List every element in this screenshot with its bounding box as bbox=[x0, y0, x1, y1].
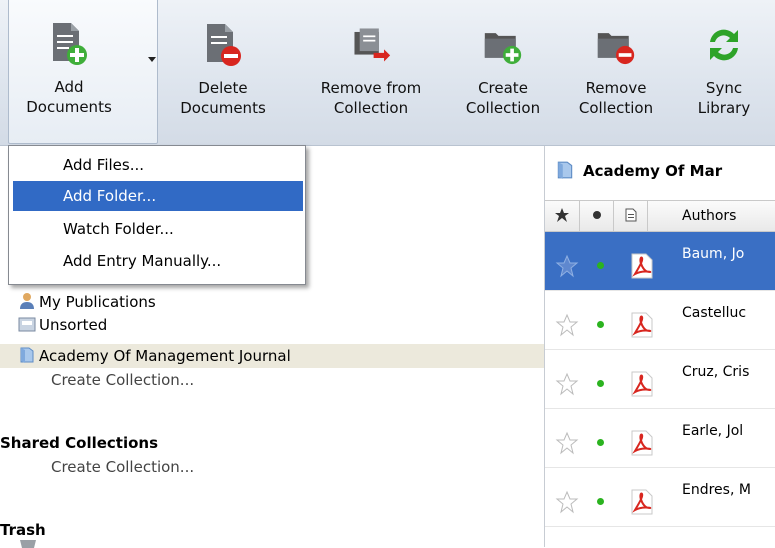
file-type-column-header[interactable] bbox=[614, 201, 648, 231]
collection-folder-icon bbox=[20, 347, 34, 363]
create-collection-link[interactable]: Create Collection... bbox=[51, 370, 194, 390]
star-icon bbox=[555, 208, 569, 222]
dot-icon bbox=[592, 211, 601, 219]
table-row[interactable]: Earle, Jol bbox=[545, 409, 775, 468]
pdf-icon[interactable] bbox=[629, 488, 655, 516]
star-outline-icon[interactable] bbox=[555, 431, 579, 455]
create-collection-button[interactable]: Create Collection bbox=[453, 0, 553, 140]
add-documents-button[interactable]: Add Documents bbox=[8, 0, 158, 144]
documents-pane: Academy Of Mar Authors Baum, Jo Castellu… bbox=[545, 146, 775, 547]
trash-heading: Trash bbox=[0, 521, 46, 539]
sync-library-button[interactable]: Sync Library bbox=[684, 0, 764, 140]
remove-from-collection-button[interactable]: Remove from Collection bbox=[296, 0, 446, 140]
pdf-icon[interactable] bbox=[629, 252, 655, 280]
add-documents-label: Add Documents bbox=[26, 78, 112, 116]
author-cell: Earle, Jol bbox=[682, 423, 744, 439]
create-collection-label: Create Collection bbox=[465, 79, 541, 117]
unsorted-label: Unsorted bbox=[39, 316, 108, 334]
author-cell: Cruz, Cris bbox=[682, 364, 750, 380]
table-row[interactable]: Endres, M bbox=[545, 468, 775, 527]
sync-icon bbox=[710, 29, 738, 61]
document-icon bbox=[625, 208, 636, 222]
favorite-column-header[interactable] bbox=[545, 201, 580, 231]
remove-from-collection-label: Remove from Collection bbox=[320, 79, 422, 117]
author-cell: Endres, M bbox=[682, 482, 751, 498]
table-row[interactable]: Cruz, Cris bbox=[545, 350, 775, 409]
menu-item-add-files[interactable]: Add Files... bbox=[13, 150, 303, 180]
delete-documents-button[interactable]: Delete Documents bbox=[170, 0, 276, 140]
create-collection-icon bbox=[484, 33, 522, 65]
pdf-icon[interactable] bbox=[629, 311, 655, 339]
star-outline-icon[interactable] bbox=[555, 372, 579, 396]
authors-column-header[interactable]: Authors bbox=[648, 201, 775, 231]
remove-collection-button[interactable]: Remove Collection bbox=[566, 0, 666, 140]
remove-from-collection-icon bbox=[354, 28, 391, 62]
read-status-column-header[interactable] bbox=[580, 201, 614, 231]
collection-title-text: Academy Of Mar bbox=[583, 162, 723, 180]
shared-collections-heading: Shared Collections bbox=[0, 434, 159, 452]
pdf-icon[interactable] bbox=[629, 429, 655, 457]
remove-collection-label: Remove Collection bbox=[578, 79, 654, 117]
tree-item-unsorted[interactable]: Unsorted bbox=[18, 315, 107, 335]
menu-item-add-folder[interactable]: Add Folder... bbox=[13, 181, 303, 211]
read-status-dot bbox=[597, 498, 604, 505]
table-row[interactable]: Castelluc bbox=[545, 291, 775, 350]
collection-folder-icon bbox=[557, 161, 573, 179]
tree-item-academy[interactable]: Academy Of Management Journal bbox=[18, 346, 291, 366]
read-status-dot bbox=[597, 321, 604, 328]
sync-library-label: Sync Library bbox=[697, 79, 751, 117]
toolbar: Add Documents Delete Documents Remove from… bbox=[0, 0, 775, 146]
add-document-icon bbox=[53, 23, 87, 65]
delete-document-icon bbox=[207, 24, 241, 66]
author-cell: Castelluc bbox=[682, 305, 747, 321]
table-row[interactable]: Baum, Jo bbox=[545, 232, 775, 291]
my-publications-label: My Publications bbox=[39, 293, 156, 311]
author-cell: Baum, Jo bbox=[682, 246, 745, 262]
menu-item-watch-folder[interactable]: Watch Folder... bbox=[13, 214, 303, 244]
menu-item-add-entry-manually[interactable]: Add Entry Manually... bbox=[13, 246, 303, 276]
academy-label: Academy Of Management Journal bbox=[39, 347, 291, 365]
star-outline-icon[interactable] bbox=[555, 313, 579, 337]
table-header: Authors bbox=[545, 200, 775, 232]
collection-title: Academy Of Mar bbox=[555, 160, 722, 180]
read-status-dot bbox=[597, 380, 604, 387]
dropdown-arrow-icon[interactable] bbox=[148, 57, 156, 62]
remove-collection-icon bbox=[597, 33, 635, 65]
star-outline-icon[interactable] bbox=[555, 254, 579, 278]
shared-create-collection-link[interactable]: Create Collection... bbox=[51, 457, 194, 477]
add-documents-menu: Add Files... Add Folder... Watch Folder.… bbox=[8, 145, 306, 285]
pdf-icon[interactable] bbox=[629, 370, 655, 398]
read-status-dot bbox=[597, 439, 604, 446]
tray-icon bbox=[18, 317, 36, 332]
read-status-dot bbox=[597, 262, 604, 269]
delete-documents-label: Delete Documents bbox=[180, 79, 266, 117]
person-icon bbox=[20, 293, 34, 309]
star-outline-icon[interactable] bbox=[555, 490, 579, 514]
tree-item-my-publications[interactable]: My Publications bbox=[18, 292, 156, 312]
